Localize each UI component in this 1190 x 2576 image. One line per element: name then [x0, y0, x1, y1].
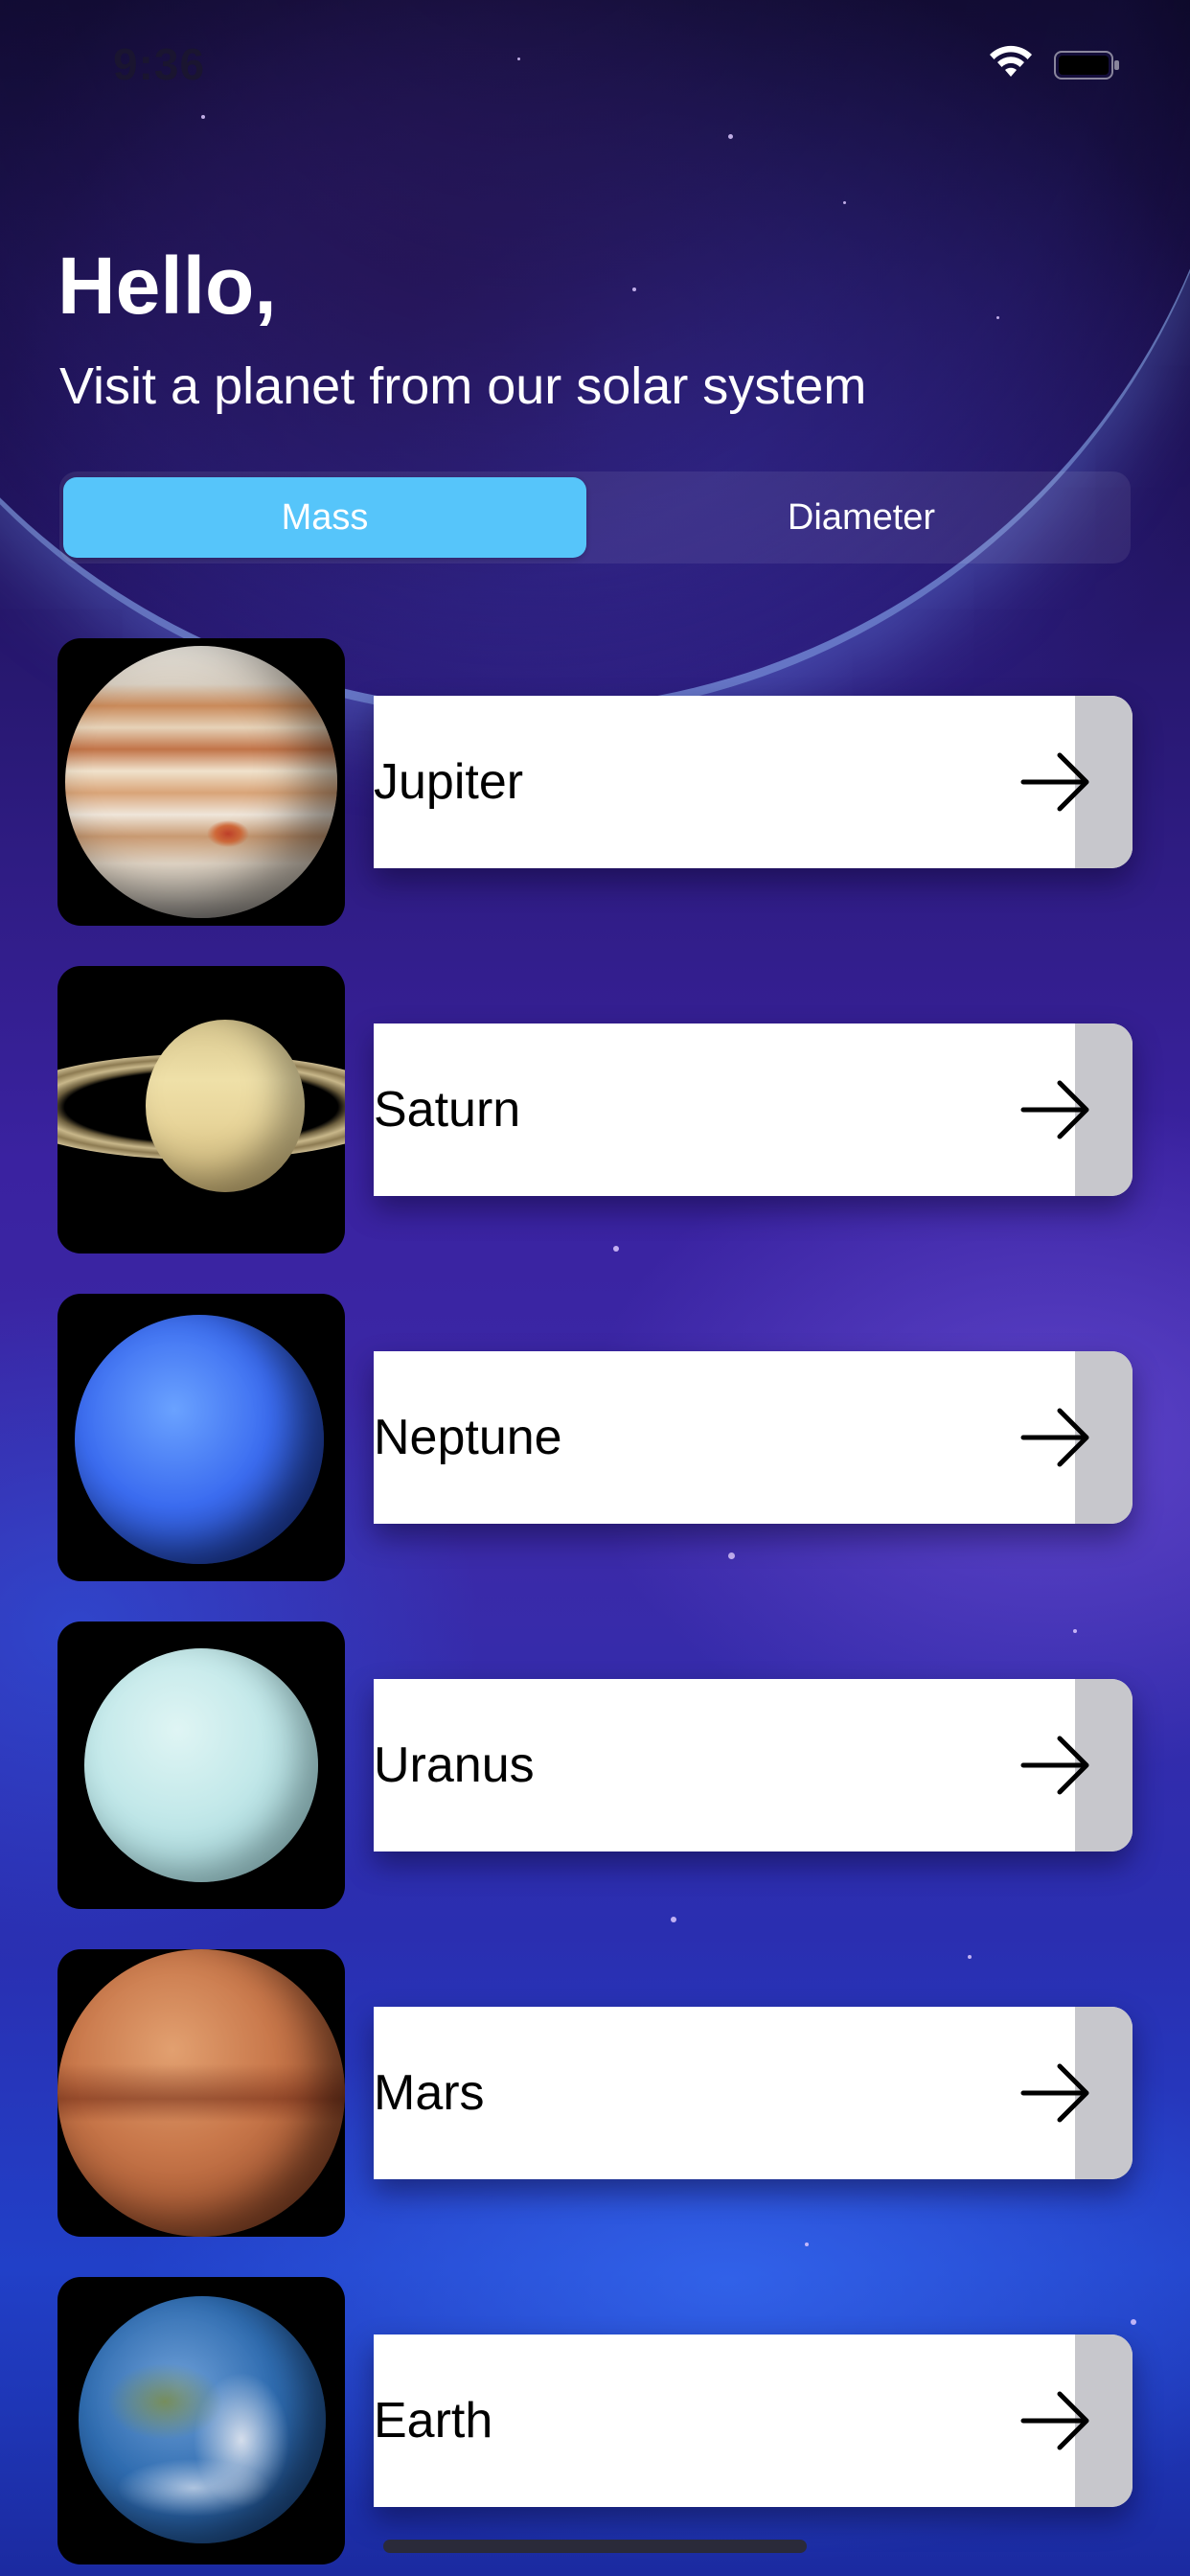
neptune-image: [57, 1294, 345, 1581]
greeting-title: Hello,: [57, 241, 277, 331]
arrow-right-icon: [1020, 1408, 1089, 1467]
arrow-right-icon: [1020, 1736, 1089, 1795]
mars-image: [57, 1949, 345, 2237]
planet-name: Uranus: [374, 1737, 535, 1793]
arrow-right-icon: [1020, 2063, 1089, 2123]
earth-image: [57, 2277, 345, 2564]
planet-card-jupiter[interactable]: Jupiter: [374, 696, 1133, 868]
planet-card-saturn[interactable]: Saturn: [374, 1024, 1133, 1196]
jupiter-image: [57, 638, 345, 926]
planet-card-uranus[interactable]: Uranus: [374, 1679, 1133, 1852]
wifi-icon: [990, 45, 1032, 77]
planet-row: Mars: [57, 1949, 1133, 2237]
planet-name: Earth: [374, 2393, 493, 2449]
status-time: 9:36: [113, 39, 206, 89]
greeting-subtitle: Visit a planet from our solar system: [59, 357, 867, 415]
segment-mass[interactable]: Mass: [63, 477, 586, 558]
saturn-image: [57, 966, 345, 1254]
app-screen: 9:36 Hello, Visit a planet from our sola…: [0, 0, 1190, 2576]
planet-row: Earth: [57, 2277, 1133, 2564]
arrow-right-icon: [1020, 2391, 1089, 2450]
segment-diameter[interactable]: Diameter: [596, 477, 1127, 558]
planet-name: Mars: [374, 2065, 485, 2121]
planet-name: Neptune: [374, 1410, 562, 1465]
planet-row: Saturn: [57, 966, 1133, 1254]
status-bar: 9:36: [0, 0, 1190, 125]
planet-name: Saturn: [374, 1082, 521, 1138]
arrow-right-icon: [1020, 752, 1089, 812]
planet-name: Jupiter: [374, 754, 524, 810]
home-indicator[interactable]: [383, 2540, 807, 2553]
uranus-image: [57, 1622, 345, 1909]
arrow-right-icon: [1020, 1080, 1089, 1139]
planet-card-neptune[interactable]: Neptune: [374, 1351, 1133, 1524]
planet-row: Neptune: [57, 1294, 1133, 1581]
planet-row: Jupiter: [57, 638, 1133, 926]
planet-row: Uranus: [57, 1622, 1133, 1909]
planet-card-mars[interactable]: Mars: [374, 2007, 1133, 2179]
sort-segmented-control: Mass Diameter: [59, 472, 1131, 564]
planet-card-earth[interactable]: Earth: [374, 2334, 1133, 2507]
battery-icon: [1054, 51, 1119, 80]
